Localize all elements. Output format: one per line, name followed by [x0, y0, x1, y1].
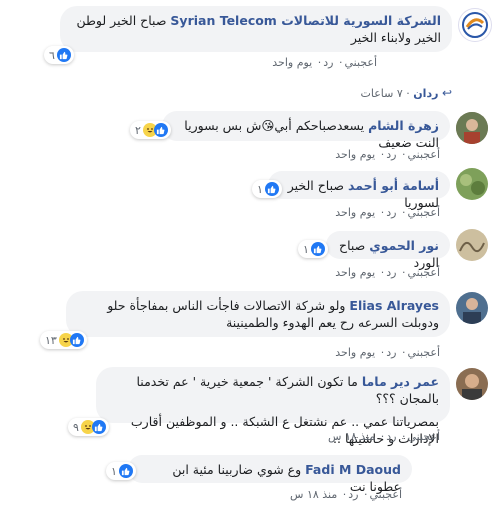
like-link-5[interactable]: أعجبني: [407, 346, 440, 359]
profile-photo-icon: [456, 292, 488, 324]
like-reaction-icon: [56, 48, 71, 62]
comment-actions-4: أعجبني· رد· يوم واحد: [335, 266, 440, 279]
replies-author: ردان: [413, 87, 439, 100]
reaction-summary-4[interactable]: ١: [298, 240, 328, 258]
comment-bubble-7: Fadi M Daoud وع شوي ضاربينا مئية ابن عطو…: [128, 455, 412, 494]
like-reaction-icon: [153, 123, 168, 137]
comment-bubble-6: عمر دير ماما ما تكون الشركة ' جمعية خيري…: [96, 367, 450, 446]
reaction-count-3: ١: [257, 182, 263, 196]
comment-bubble-1: الشركة السورية للاتصالات Syrian Telecom …: [60, 6, 452, 52]
avatar-zahret-alsham[interactable]: [456, 112, 488, 144]
reply-link-3[interactable]: رد: [386, 206, 396, 219]
like-link-7[interactable]: أعجبني: [369, 488, 402, 501]
like-reaction-icon: [118, 464, 133, 478]
profile-photo-icon: [456, 229, 488, 261]
comment-author-1[interactable]: الشركة السورية للاتصالات Syrian Telecom: [170, 13, 441, 28]
reaction-count-7: ١: [111, 464, 117, 478]
like-link-1[interactable]: أعجبني: [344, 56, 377, 69]
comment-actions-5: أعجبني· رد· يوم واحد: [335, 346, 440, 359]
reaction-summary-1[interactable]: ٦: [44, 46, 74, 64]
reply-arrow-icon: ↩: [441, 86, 452, 100]
like-link-2[interactable]: أعجبني: [407, 148, 440, 161]
like-reaction-icon: [264, 182, 279, 196]
comment-actions-6: أعجبني· رد· منذ ١٨ س: [328, 430, 440, 443]
comment-author-7[interactable]: Fadi M Daoud: [305, 462, 401, 477]
reply-link-7[interactable]: رد: [348, 488, 358, 501]
like-link-6[interactable]: أعجبني: [407, 430, 440, 443]
like-reaction-icon: [91, 420, 106, 434]
comment-time-5[interactable]: يوم واحد: [335, 346, 375, 359]
reaction-summary-3[interactable]: ١: [252, 180, 282, 198]
comment-time-3[interactable]: يوم واحد: [335, 206, 375, 219]
comment-time-6[interactable]: منذ ١٨ س: [328, 430, 375, 443]
replies-time: ٧ ساعات: [360, 87, 403, 100]
comment-author-5[interactable]: Elias Alrayes: [349, 298, 439, 313]
avatar-elias[interactable]: [456, 292, 488, 324]
reply-link-2[interactable]: رد: [386, 148, 396, 161]
comment-author-6[interactable]: عمر دير ماما: [362, 374, 439, 389]
reaction-count-4: ١: [303, 242, 309, 256]
avatar-nour[interactable]: [456, 229, 488, 261]
reply-link-6[interactable]: رد: [386, 430, 396, 443]
syrian-telecom-logo-icon: [462, 12, 488, 38]
comment-bubble-4: نور الحموي صباح الورد: [326, 231, 450, 270]
like-reaction-icon: [69, 333, 84, 347]
reply-link-5[interactable]: رد: [386, 346, 396, 359]
like-link-4[interactable]: أعجبني: [407, 266, 440, 279]
reaction-summary-5[interactable]: ١٣: [40, 331, 87, 349]
reaction-count-6: ٩: [73, 420, 79, 434]
comment-author-3[interactable]: أسامة أبو أحمد: [348, 178, 439, 193]
profile-photo-icon: [456, 112, 488, 144]
comment-bubble-5: Elias Alrayes ولو شركة الاتصالات فاجأت ا…: [66, 291, 450, 337]
reaction-summary-6[interactable]: ٩: [68, 418, 109, 436]
reply-link-4[interactable]: رد: [386, 266, 396, 279]
comment-bubble-2: زهرة الشام يسعدصباحكم أبي😘ش بس بسوريا ال…: [162, 111, 450, 150]
reaction-count-2: ٢: [135, 123, 141, 137]
reaction-summary-2[interactable]: ٢: [130, 121, 171, 139]
comment-actions-1: أعجبني· رد· يوم واحد: [272, 56, 377, 69]
replies-summary[interactable]: ↩ ردان · ٧ ساعات: [361, 86, 452, 100]
reaction-count-1: ٦: [49, 48, 55, 62]
comment-actions-2: أعجبني· رد· يوم واحد: [335, 148, 440, 161]
comment-time-2[interactable]: يوم واحد: [335, 148, 375, 161]
comment-line-6a: عمر دير ماما ما تكون الشركة ' جمعية خيري…: [107, 373, 439, 407]
reaction-summary-7[interactable]: ١: [106, 462, 136, 480]
avatar-osama[interactable]: [456, 168, 488, 200]
comment-time-1[interactable]: يوم واحد: [272, 56, 312, 69]
comment-bubble-3: أسامة أبو أحمد صباح الخير لسوريا: [268, 171, 450, 210]
comment-author-2[interactable]: زهرة الشام: [368, 118, 439, 133]
profile-photo-icon: [456, 368, 488, 400]
avatar-omar[interactable]: [456, 368, 488, 400]
reaction-count-5: ١٣: [45, 333, 57, 347]
avatar-syrian-telecom[interactable]: [458, 8, 492, 42]
reply-link-1[interactable]: رد: [323, 56, 333, 69]
comment-time-4[interactable]: يوم واحد: [335, 266, 375, 279]
profile-photo-icon: [456, 168, 488, 200]
like-link-3[interactable]: أعجبني: [407, 206, 440, 219]
comment-author-4[interactable]: نور الحموي: [369, 238, 439, 253]
comment-time-7[interactable]: منذ ١٨ س: [290, 488, 337, 501]
comment-actions-7: أعجبني· رد· منذ ١٨ س: [290, 488, 402, 501]
like-reaction-icon: [310, 242, 325, 256]
comment-actions-3: أعجبني· رد· يوم واحد: [335, 206, 440, 219]
